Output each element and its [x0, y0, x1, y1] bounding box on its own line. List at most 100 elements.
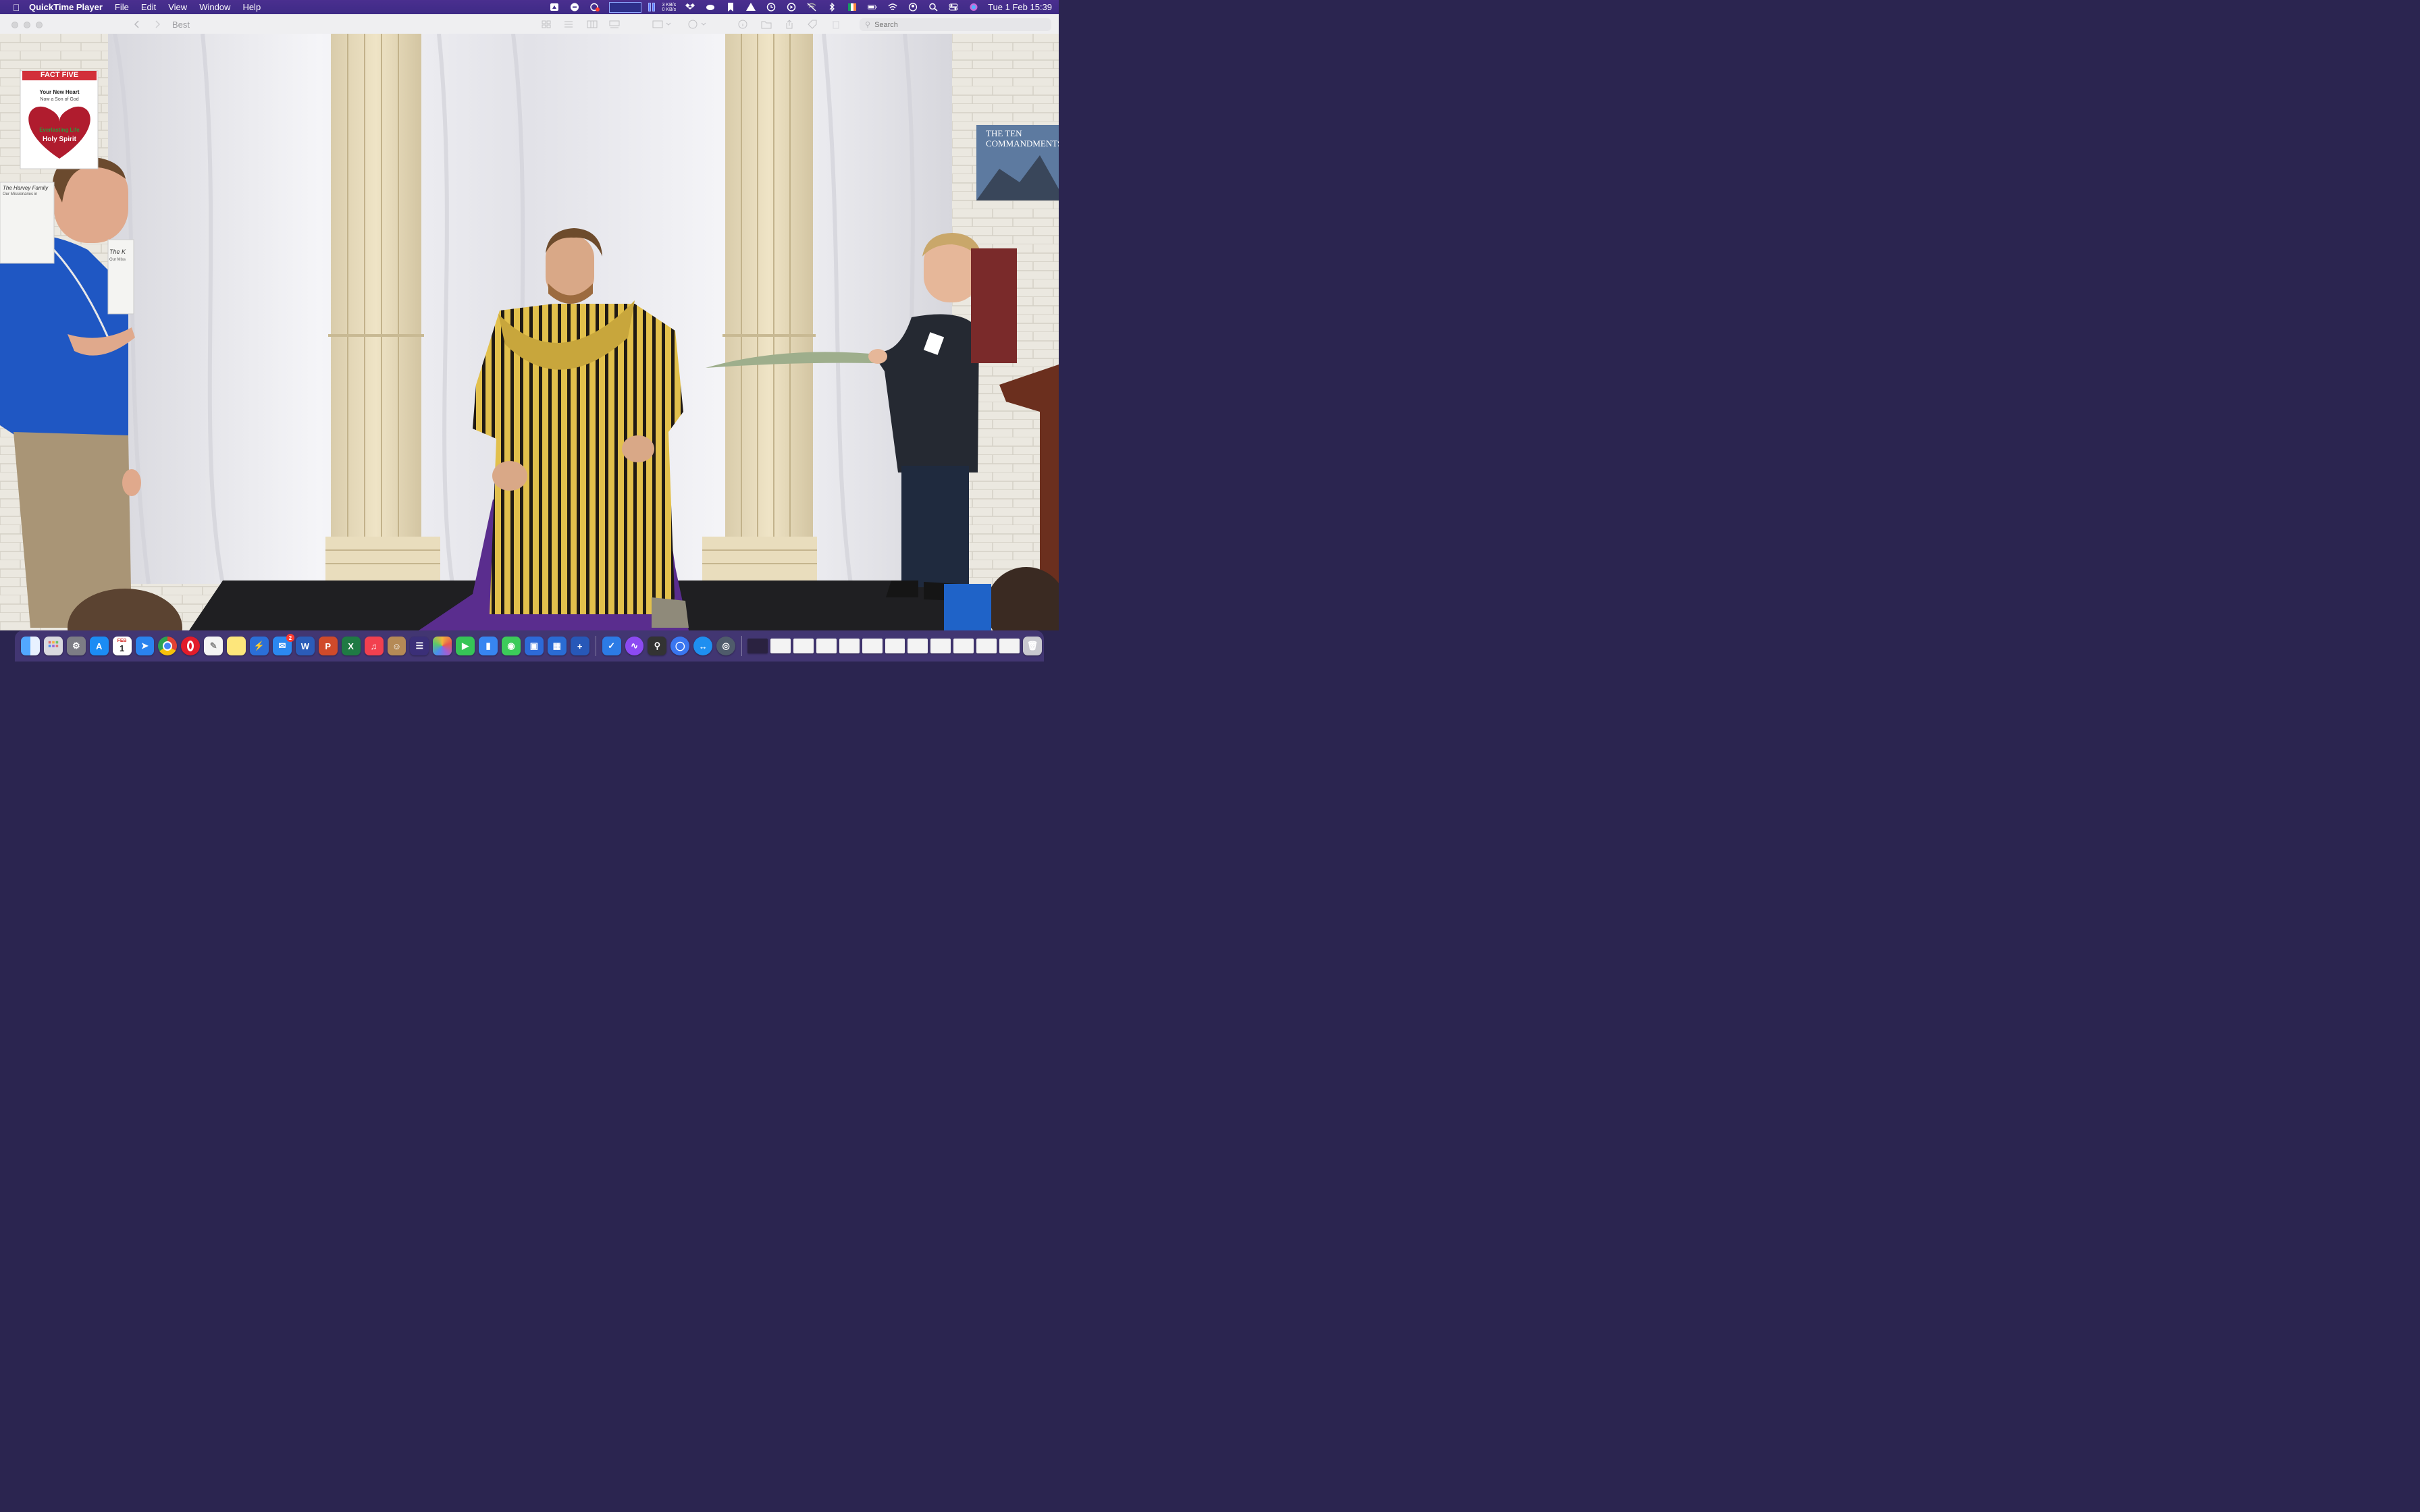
search-input[interactable]	[873, 20, 1038, 30]
list-view-icon[interactable]	[563, 20, 574, 29]
things-icon[interactable]: ✓	[602, 637, 621, 655]
minimized-window-1[interactable]	[747, 639, 768, 653]
zoom-button[interactable]	[36, 22, 43, 28]
spotlight-search-icon[interactable]	[928, 3, 938, 11]
minimize-button[interactable]	[24, 22, 30, 28]
menu-clock[interactable]: Tue 1 Feb 15:39	[988, 2, 1052, 12]
minimized-window-12[interactable]	[999, 639, 1020, 653]
minimized-window-6[interactable]	[862, 639, 883, 653]
bluetooth-icon[interactable]	[827, 3, 837, 11]
harvey-title: The Harvey Family	[3, 185, 49, 191]
trash-icon-dock[interactable]: 🗑	[1022, 637, 1042, 655]
facetime-icon[interactable]: ▶	[456, 637, 475, 655]
user-icon[interactable]	[908, 3, 918, 11]
minimized-window-11[interactable]	[976, 639, 997, 653]
messenger-icon[interactable]: ∿	[625, 637, 644, 655]
readwise-icon[interactable]: ▮	[479, 637, 498, 655]
dropbox-icon[interactable]	[685, 3, 695, 11]
contacts-icon[interactable]: ☺	[387, 637, 406, 655]
menu-file[interactable]: File	[115, 2, 129, 12]
more-actions-icon[interactable]	[687, 20, 708, 29]
wifi-icon[interactable]	[888, 3, 897, 11]
drive-triangle-icon[interactable]	[746, 3, 756, 11]
minimized-window-9[interactable]	[930, 639, 951, 653]
safari-icon[interactable]: ➤	[135, 637, 155, 655]
apple-menu-icon[interactable]: 	[11, 2, 21, 13]
cpu-graph[interactable]	[609, 1, 642, 13]
network-monitor[interactable]: 3 KB/s 0 KB/s	[662, 3, 676, 12]
activity-icon[interactable]	[590, 3, 600, 11]
minimized-window-2[interactable]	[770, 639, 791, 653]
textedit-icon[interactable]: ✎	[204, 637, 223, 655]
qr-scanner-icon[interactable]: ◎	[716, 637, 736, 655]
signal-icon[interactable]: ◯	[670, 637, 690, 655]
minimized-window-3[interactable]	[793, 639, 814, 653]
music-icon[interactable]: ♫	[364, 637, 384, 655]
wifi-off-icon[interactable]	[807, 3, 816, 11]
teamviewer-2-icon[interactable]: ↔	[693, 637, 713, 655]
menu-window[interactable]: Window	[199, 2, 230, 12]
time-machine-icon[interactable]	[766, 3, 776, 11]
control-center-icon[interactable]	[949, 3, 958, 11]
finder-icon[interactable]	[21, 637, 40, 655]
trash-icon[interactable]	[831, 20, 841, 29]
vpn-icon[interactable]: ⚡	[250, 637, 269, 655]
group-by-icon[interactable]	[652, 20, 673, 29]
window-toolbar: Best ⚲	[0, 14, 1059, 34]
icon-view-icon[interactable]	[541, 20, 552, 29]
tunnel-icon[interactable]: ☰	[410, 637, 429, 655]
notes-icon[interactable]	[227, 637, 246, 655]
messages-icon[interactable]: ◉	[502, 637, 521, 655]
forward-chevron-icon[interactable]	[152, 20, 163, 29]
photos-icon[interactable]	[433, 637, 452, 655]
tag-icon[interactable]	[807, 20, 818, 29]
launchpad-icon[interactable]	[43, 637, 63, 655]
opera-icon[interactable]	[181, 637, 201, 655]
powerpoint-icon[interactable]: P	[318, 637, 338, 655]
contact-add-icon[interactable]: +	[570, 637, 589, 655]
minimized-window-7[interactable]	[885, 639, 905, 653]
chrome-icon[interactable]	[158, 637, 178, 655]
app-menu[interactable]: QuickTime Player	[29, 2, 103, 12]
app-store-icon[interactable]: A	[89, 637, 109, 655]
video-scene	[0, 34, 1059, 630]
siri-icon[interactable]	[969, 3, 978, 11]
google-drive-icon[interactable]	[550, 3, 559, 11]
close-button[interactable]	[11, 22, 18, 28]
screen-share-icon[interactable]: ▦	[547, 637, 567, 655]
battery-icon[interactable]	[868, 3, 877, 11]
mail-icon[interactable]: ✉ 2	[272, 634, 294, 655]
search-field[interactable]: ⚲	[860, 18, 1051, 31]
menu-help[interactable]: Help	[242, 2, 261, 12]
minimized-window-5[interactable]	[839, 639, 860, 653]
back-chevron-icon[interactable]	[132, 20, 142, 29]
menu-edit[interactable]: Edit	[141, 2, 156, 12]
sync-icon[interactable]	[570, 3, 579, 11]
video-frame[interactable]: FACT FIVE Your New Heart Now a Son of Go…	[0, 34, 1059, 630]
window-title: Best	[172, 20, 190, 30]
ten-commandments-line1: THE TEN	[986, 128, 1022, 138]
system-preferences-icon[interactable]: ⚙	[66, 637, 86, 655]
calendar-icon[interactable]: FEB 1	[112, 637, 132, 655]
memory-bars[interactable]	[648, 3, 656, 11]
minimized-window-4[interactable]	[816, 639, 837, 653]
flag-ireland-icon[interactable]	[847, 3, 857, 11]
mail-badge: 2	[286, 634, 294, 642]
gallery-view-icon[interactable]	[609, 20, 620, 29]
creative-cloud-icon[interactable]	[706, 3, 715, 11]
minimized-window-8[interactable]	[908, 639, 928, 653]
status-area: 3 KB/s 0 KB/s Tue 1 Feb 15:39	[544, 0, 1059, 14]
new-folder-icon[interactable]	[761, 20, 772, 29]
info-icon[interactable]	[737, 20, 748, 29]
menu-view[interactable]: View	[168, 2, 187, 12]
column-view-icon[interactable]	[587, 20, 598, 29]
bookmark-icon[interactable]	[726, 3, 735, 11]
dock: ⚙ A FEB 1 ➤ ✎ ⚡ ✉ 2 W P X ♫ ☺ ☰ ▶ ▮ ◉ ▣ ▦…	[15, 630, 1044, 662]
play-circle-icon[interactable]	[787, 3, 796, 11]
minimized-window-10[interactable]	[953, 639, 974, 653]
word-icon[interactable]: W	[295, 637, 315, 655]
excel-icon[interactable]: X	[341, 637, 361, 655]
share-icon[interactable]	[784, 20, 795, 29]
alfred-icon[interactable]: ⚲	[648, 637, 667, 655]
teamviewer-icon[interactable]: ▣	[524, 637, 544, 655]
